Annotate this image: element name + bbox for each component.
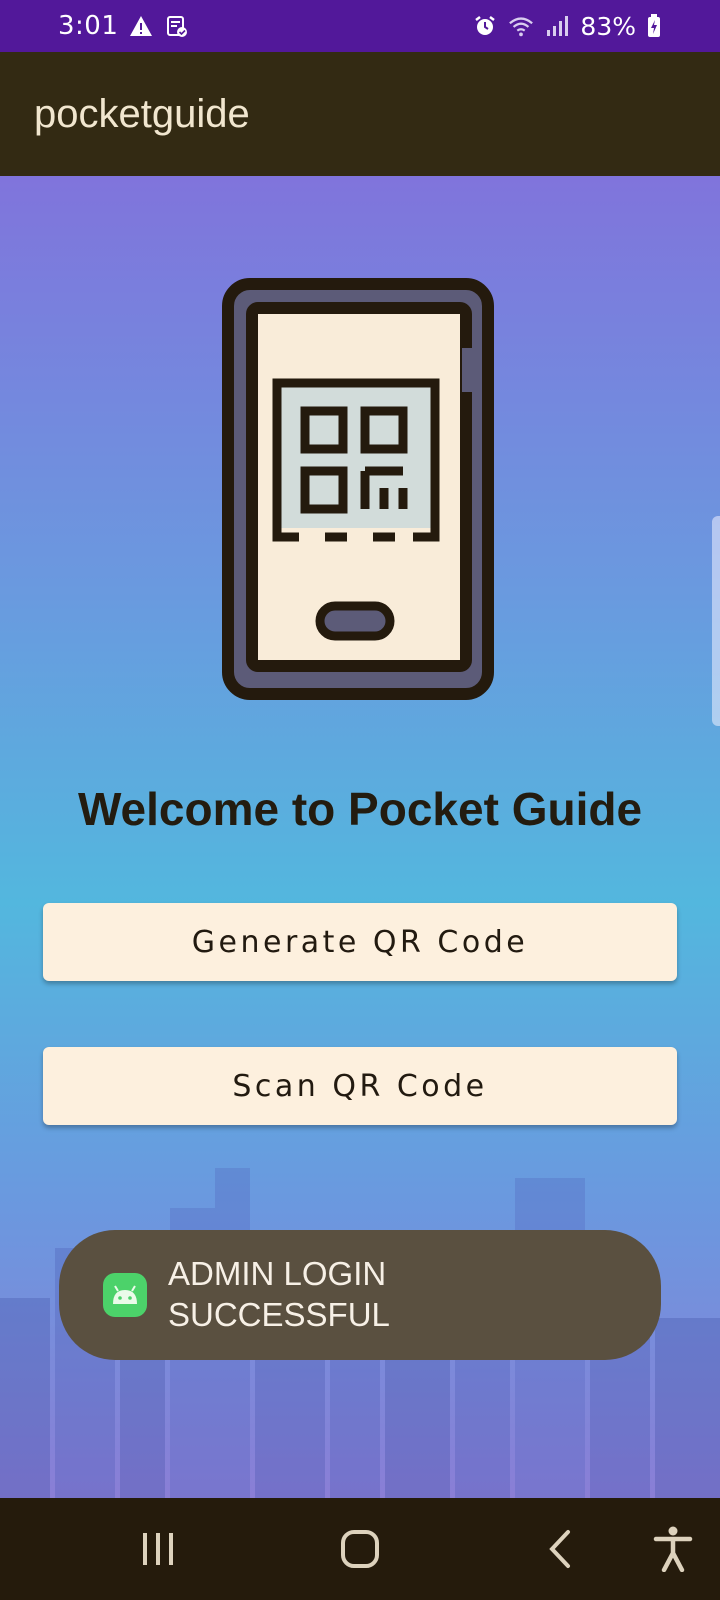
app-title: pocketguide (34, 91, 250, 136)
android-app-icon (103, 1273, 147, 1317)
toast-notification: ADMIN LOGIN SUCCESSFUL (59, 1230, 661, 1360)
wifi-icon (508, 13, 534, 39)
status-left: 3:01 (58, 11, 190, 41)
main-content: Welcome to Pocket Guide Generate QR Code… (0, 176, 720, 1498)
signal-icon (544, 13, 570, 39)
back-icon (549, 1530, 570, 1568)
status-right: 83% (472, 12, 662, 41)
navigation-bar (0, 1498, 720, 1600)
generate-qr-code-button[interactable]: Generate QR Code (43, 903, 677, 981)
scroll-indicator[interactable] (712, 516, 720, 726)
toast-message: ADMIN LOGIN SUCCESSFUL (168, 1255, 390, 1333)
phone-qr-illustration (222, 278, 494, 700)
home-icon (341, 1530, 379, 1568)
battery-percent: 83% (580, 11, 636, 41)
status-time: 3:01 (58, 11, 119, 41)
warning-icon (128, 13, 154, 39)
back-button[interactable] (520, 1498, 600, 1600)
recents-icon (143, 1533, 173, 1565)
app-bar: pocketguide (0, 52, 720, 176)
accessibility-icon (653, 1526, 693, 1572)
clipboard-check-icon (164, 13, 190, 39)
alarm-icon (472, 13, 498, 39)
home-button[interactable] (320, 1498, 400, 1600)
battery-charging-icon (646, 13, 662, 39)
recents-button[interactable] (118, 1498, 198, 1600)
scan-qr-code-button[interactable]: Scan QR Code (43, 1047, 677, 1125)
accessibility-button[interactable] (633, 1498, 713, 1600)
welcome-heading: Welcome to Pocket Guide (77, 783, 643, 835)
status-bar: 3:01 83% (0, 0, 720, 52)
